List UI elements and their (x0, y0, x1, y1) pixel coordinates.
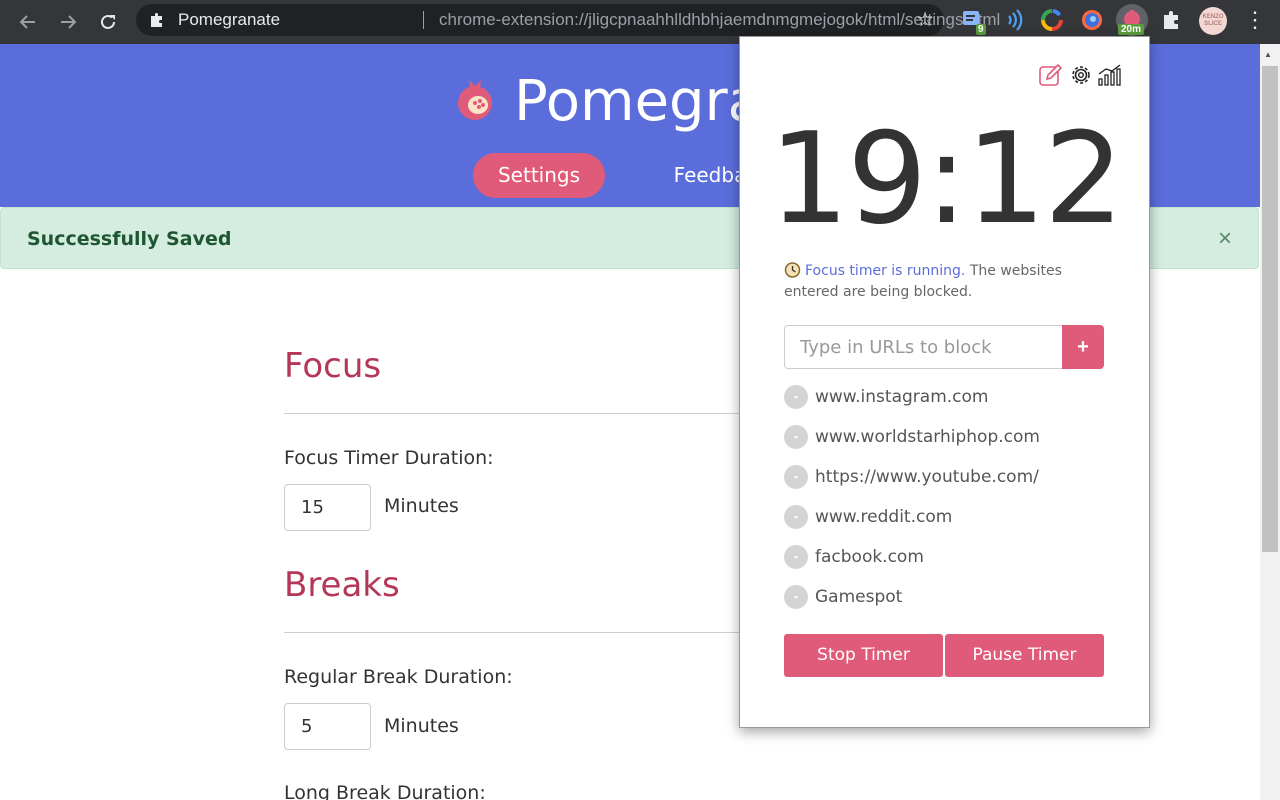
timer-status: Focus timer is running. The websites ent… (784, 261, 1114, 303)
google-extension[interactable] (1036, 4, 1068, 36)
remove-site-button[interactable]: - (784, 465, 808, 489)
blocked-site-url: www.worldstarhiphop.com (815, 427, 1040, 447)
remove-site-button[interactable]: - (784, 585, 808, 609)
read-aloud-extension[interactable] (996, 4, 1028, 36)
alarm-clock-icon (784, 262, 801, 278)
blocked-site-url: https://www.youtube.com/ (815, 467, 1039, 487)
breaks-section-title: Breaks (284, 565, 400, 605)
divider (284, 413, 754, 414)
focus-unit-label: Minutes (384, 495, 459, 517)
forward-button[interactable] (52, 6, 84, 38)
extension-puzzle-icon (151, 13, 162, 27)
scroll-up-icon[interactable]: ▲ (1264, 50, 1272, 59)
browser-menu-icon[interactable]: ⋮ (1244, 4, 1266, 36)
regular-break-label: Regular Break Duration: (284, 666, 513, 688)
add-url-button[interactable]: + (1062, 325, 1104, 369)
status-highlight: Focus timer is running. (805, 263, 966, 279)
gear-icon[interactable] (1068, 62, 1094, 88)
remove-site-button[interactable]: - (784, 385, 808, 409)
bookmark-star-icon[interactable]: ☆ (916, 4, 934, 36)
scrollbar-thumb[interactable] (1262, 66, 1278, 552)
address-separator (423, 11, 424, 29)
blocked-site-url: www.reddit.com (815, 507, 953, 527)
profile-avatar[interactable]: KENZO SLICE (1199, 7, 1227, 35)
tab-count-badge: 9 (976, 24, 986, 35)
close-icon[interactable]: × (1218, 208, 1232, 270)
address-bar[interactable]: Pomegranate chrome-extension://jligcpnaa… (136, 4, 1000, 36)
alert-message: Successfully Saved (27, 228, 232, 250)
divider (284, 632, 754, 633)
extensions-menu-button[interactable] (1156, 4, 1188, 36)
long-break-label: Long Break Duration: (284, 782, 486, 800)
blocked-site-url: facbook.com (815, 547, 924, 567)
stop-timer-button[interactable]: Stop Timer (784, 634, 943, 677)
tab-manager-extension[interactable]: 9 (956, 4, 988, 36)
blocked-site-url: Gamespot (815, 587, 903, 607)
puzzle-icon (1164, 11, 1178, 29)
focus-duration-input[interactable]: 15 (284, 484, 371, 531)
pause-timer-button[interactable]: Pause Timer (945, 634, 1104, 677)
forward-arrow-icon (61, 15, 77, 29)
focus-section-title: Focus (284, 346, 382, 386)
regular-break-unit: Minutes (384, 715, 459, 737)
pomegranate-extension[interactable]: 20m (1116, 4, 1148, 36)
google-icon (1041, 9, 1063, 31)
blocked-site-url: www.instagram.com (815, 387, 989, 407)
back-button[interactable] (12, 6, 44, 38)
regular-break-input[interactable]: 5 (284, 703, 371, 750)
tab-settings[interactable]: Settings (473, 153, 605, 198)
pomegranate-logo-icon (458, 80, 492, 120)
url-block-input[interactable] (784, 325, 1063, 369)
stats-chart-icon[interactable] (1097, 62, 1123, 88)
timer-remaining-badge: 20m (1118, 24, 1145, 35)
page-origin-title: Pomegranate (178, 10, 281, 29)
edit-icon[interactable] (1038, 62, 1064, 88)
firefox-relay-extension[interactable] (1076, 4, 1108, 36)
back-arrow-icon (19, 15, 35, 29)
remove-site-button[interactable]: - (784, 425, 808, 449)
extension-popup: 19:12 Focus timer is running. The websit… (739, 36, 1150, 728)
fox-globe-icon (1082, 10, 1102, 30)
sound-waves-icon (1008, 9, 1023, 31)
focus-duration-label: Focus Timer Duration: (284, 447, 494, 469)
reload-button[interactable] (92, 6, 124, 38)
remove-site-button[interactable]: - (784, 505, 808, 529)
timer-display: 19:12 (768, 105, 1124, 252)
reload-icon (101, 14, 115, 29)
remove-site-button[interactable]: - (784, 545, 808, 569)
